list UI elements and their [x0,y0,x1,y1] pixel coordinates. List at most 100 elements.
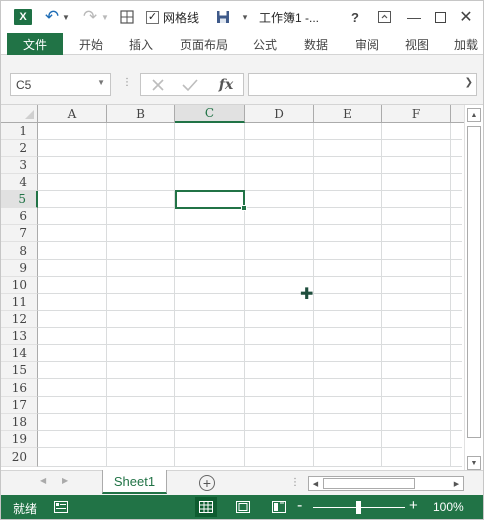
row-header-20[interactable]: 20 [1,448,38,467]
gridline [38,396,462,397]
undo-dropdown-icon[interactable]: ▼ [61,1,71,33]
name-box-dropdown-icon[interactable]: ▼ [97,78,105,87]
row-header-1[interactable]: 1 [1,123,38,140]
normal-view-icon[interactable] [195,497,217,517]
row-header-16[interactable]: 16 [1,379,38,397]
formula-buttons: fx [140,73,244,96]
name-box-value: C5 [16,77,32,92]
column-header-a[interactable]: A [38,105,107,123]
row-header-3[interactable]: 3 [1,157,38,174]
gridlines-checkbox[interactable]: ✓ [146,10,159,24]
minimize-button[interactable]: — [405,1,423,33]
next-sheet-icon[interactable]: ▶ [62,476,68,485]
borders-icon[interactable] [117,1,137,33]
vertical-scroll-thumb[interactable] [467,126,481,438]
select-all-button[interactable] [1,105,38,123]
worksheet-grid[interactable]: A B C D E F 1 2 3 4 5 6 7 8 9 10 11 12 1… [1,105,483,470]
name-box[interactable]: C5 ▼ [10,73,111,96]
column-header-d[interactable]: D [245,105,314,123]
title-bar: X ↶ ▼ ↷ ▼ ✓ 网格线 ▾ 工作簿1 -... ? — ✕ [1,1,483,33]
gridline [38,224,462,225]
scroll-right-icon[interactable]: ▶ [450,477,463,490]
sheet-tab-sheet1[interactable]: Sheet1 [102,470,167,494]
fill-handle[interactable] [241,205,247,211]
formula-bar-grip-icon[interactable]: ⋮ [122,77,132,88]
zoom-out-button[interactable]: - [297,497,302,515]
tab-review[interactable]: 审阅 [347,33,387,55]
tab-page-layout[interactable]: 页面布局 [173,33,235,55]
page-layout-view-icon[interactable] [232,497,254,517]
gridline [106,123,107,467]
row-header-5[interactable]: 5 [1,191,38,208]
maximize-button[interactable] [431,1,449,33]
row-header-14[interactable]: 14 [1,345,38,362]
gridline [38,293,462,294]
row-header-15[interactable]: 15 [1,362,38,379]
undo-icon[interactable]: ↶ [41,1,63,33]
row-header-17[interactable]: 17 [1,397,38,414]
gridline [38,190,462,191]
tab-file[interactable]: 文件 [7,33,63,55]
row-header-9[interactable]: 9 [1,260,38,277]
row-header-6[interactable]: 6 [1,208,38,225]
tab-data[interactable]: 数据 [296,33,336,55]
zoom-in-button[interactable]: + [409,497,418,514]
close-button[interactable]: ✕ [456,1,476,33]
row-header-18[interactable]: 18 [1,414,38,431]
zoom-level[interactable]: 100% [433,500,464,514]
scroll-left-icon[interactable]: ◀ [309,477,322,490]
tab-insert[interactable]: 插入 [121,33,161,55]
row-header-8[interactable]: 8 [1,242,38,260]
page-break-view-icon[interactable] [268,497,290,517]
save-icon[interactable] [213,1,233,33]
vertical-scrollbar[interactable]: ▲ ▼ [464,105,483,470]
column-header-f[interactable]: F [382,105,451,123]
tab-view[interactable]: 视图 [397,33,437,55]
ribbon-display-options-icon[interactable] [375,1,393,33]
redo-icon[interactable]: ↷ [79,1,101,33]
row-header-12[interactable]: 12 [1,311,38,328]
horizontal-scroll-thumb[interactable] [323,478,415,489]
row-header-11[interactable]: 11 [1,294,38,311]
zoom-slider-thumb[interactable] [356,501,361,514]
column-header-c[interactable]: C [175,105,245,123]
tab-formulas[interactable]: 公式 [245,33,285,55]
gridline [38,310,462,311]
scroll-down-icon[interactable]: ▼ [467,456,481,470]
active-cell-c5[interactable] [175,190,245,209]
prev-sheet-icon[interactable]: ◀ [40,476,46,485]
row-header-4[interactable]: 4 [1,174,38,191]
horizontal-scrollbar[interactable]: ◀ ▶ [308,476,464,491]
formula-input[interactable]: ❯ [248,73,477,96]
row-header-2[interactable]: 2 [1,140,38,157]
excel-logo-icon[interactable]: X [13,1,33,33]
help-button[interactable]: ? [347,1,363,33]
customize-quick-access-icon[interactable]: ▾ [239,1,251,33]
column-header-e[interactable]: E [314,105,382,123]
expand-formula-bar-icon[interactable]: ❯ [465,77,473,88]
gridline [38,207,462,208]
cancel-icon[interactable] [145,74,171,95]
insert-function-button[interactable]: fx [211,74,241,95]
document-title: 工作簿1 -... [259,10,320,25]
tab-split-grip-icon[interactable]: ⋮ [290,477,300,488]
gridline [38,139,462,140]
gridline [174,123,175,467]
add-sheet-icon[interactable]: + [199,475,215,491]
row-header-10[interactable]: 10 [1,277,38,294]
gridline [381,123,382,467]
redo-dropdown-icon[interactable]: ▼ [100,1,110,33]
scroll-up-icon[interactable]: ▲ [467,108,481,122]
enter-icon[interactable] [177,74,203,95]
gridline [38,378,462,379]
column-header-b[interactable]: B [107,105,175,123]
excel-logo-text: X [14,9,32,25]
row-header-13[interactable]: 13 [1,328,38,345]
tab-addins[interactable]: 加载 [449,33,483,55]
macro-recording-icon[interactable] [54,501,68,513]
gridline [38,361,462,362]
gridline [38,327,462,328]
row-header-19[interactable]: 19 [1,431,38,448]
row-header-7[interactable]: 7 [1,225,38,242]
tab-home[interactable]: 开始 [71,33,111,55]
